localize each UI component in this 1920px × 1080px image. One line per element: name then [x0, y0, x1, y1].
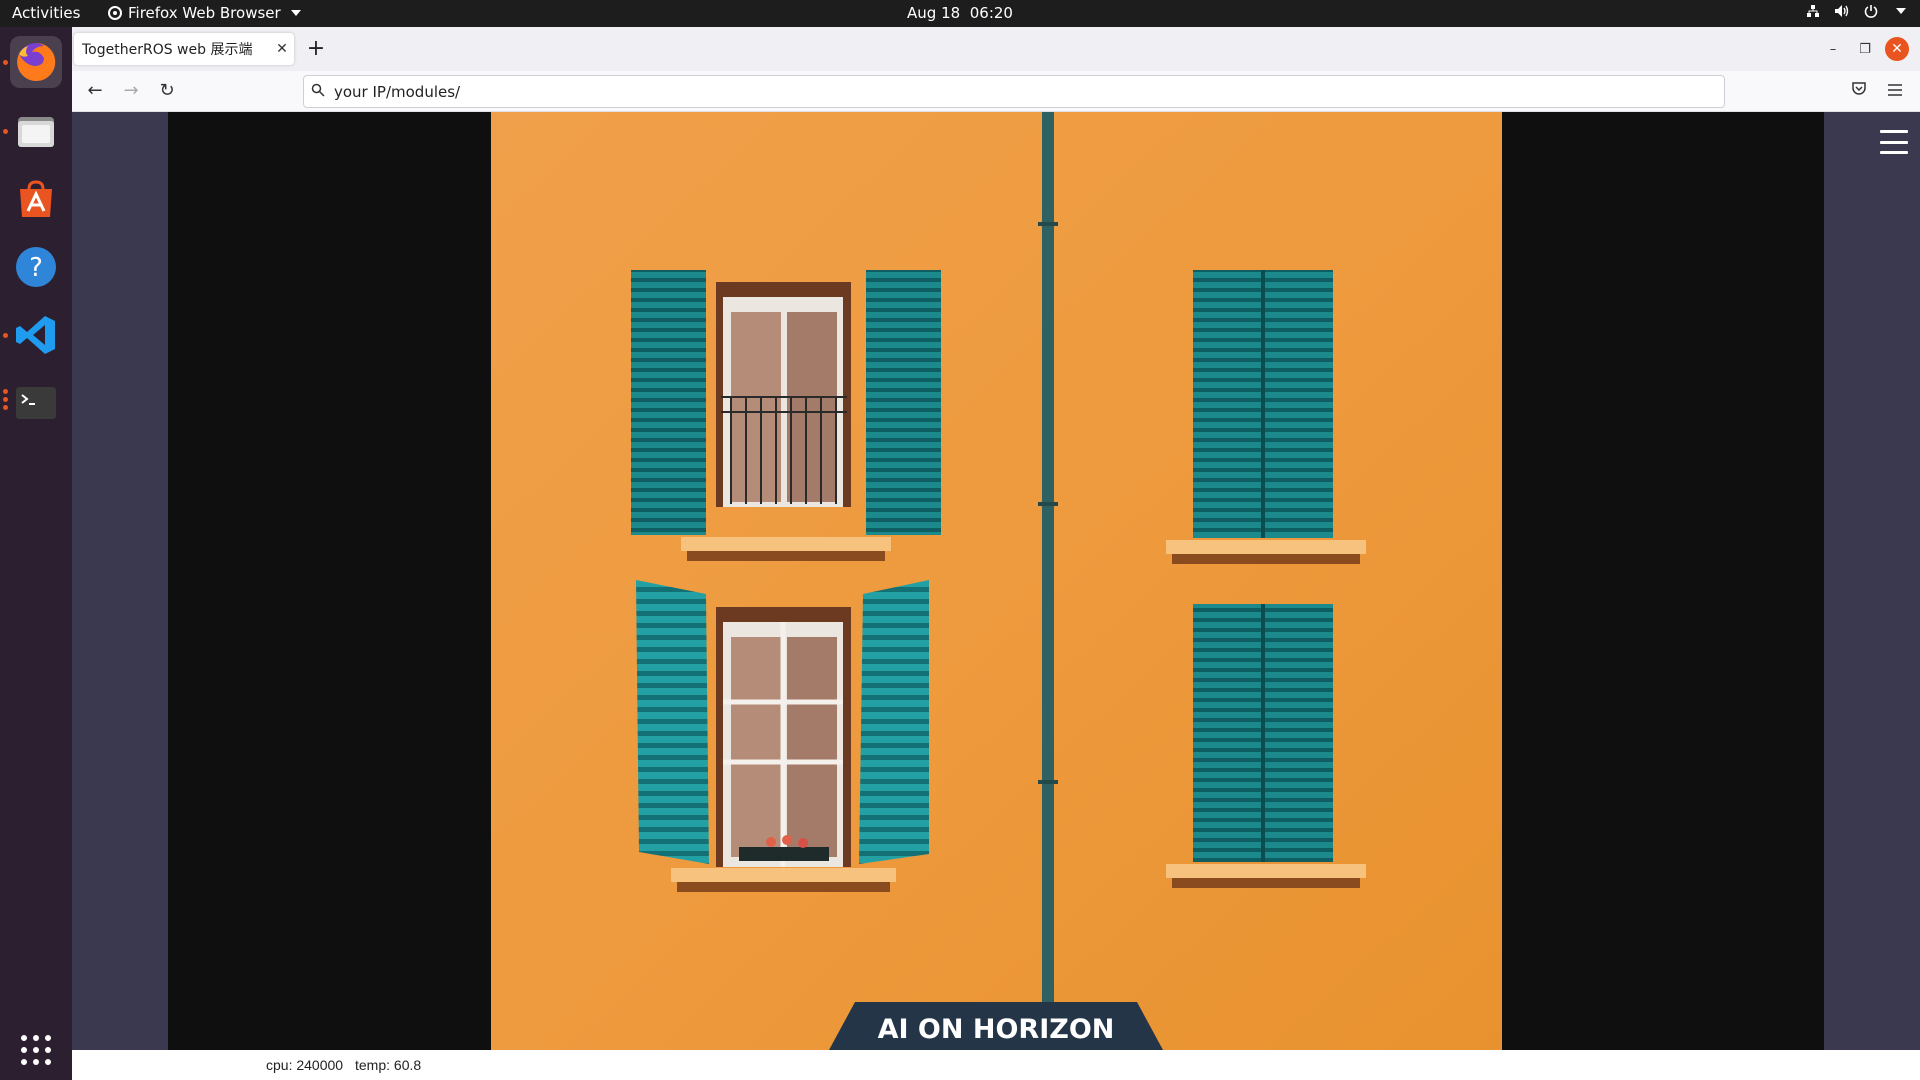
firefox-window: TogetherROS web 展示端 ✕ + – ❐ ✕ ← → ↻ your…: [72, 27, 1920, 1080]
terminal-icon: [16, 387, 56, 419]
minimize-button[interactable]: –: [1821, 37, 1845, 61]
svg-text:?: ?: [29, 253, 43, 283]
left-sidebar: [72, 112, 168, 1050]
horizon-logo-text: AI ON HORIZON: [878, 1014, 1115, 1045]
running-indicator: [3, 405, 8, 410]
dock-firefox[interactable]: [10, 36, 62, 88]
pocket-button[interactable]: [1845, 77, 1873, 105]
vscode-icon: [16, 316, 55, 354]
running-indicator: [3, 333, 8, 338]
back-button[interactable]: ←: [81, 77, 109, 105]
tab-title: TogetherROS web 展示端: [82, 42, 253, 58]
search-icon: [304, 83, 332, 101]
status-bar: cpu: 240000 temp: 60.8: [72, 1050, 1920, 1080]
dock-help[interactable]: ?: [10, 241, 62, 293]
chevron-down-icon: [1896, 8, 1906, 14]
system-menu[interactable]: [1806, 4, 1906, 18]
firefox-icon: [17, 42, 56, 81]
cpu-readout: cpu: 240000: [266, 1057, 344, 1073]
page-content: AI ON HORIZON cpu: 240000 temp: 60.8: [72, 112, 1920, 1080]
app-menu-label: Firefox Web Browser: [128, 4, 281, 22]
dock-files[interactable]: [10, 105, 62, 157]
hamburger-icon: [1888, 84, 1902, 96]
dock-vscode[interactable]: [10, 309, 62, 361]
dock-terminal[interactable]: [10, 377, 62, 429]
running-indicator: [3, 389, 8, 394]
running-indicator: [3, 397, 8, 402]
activities-button[interactable]: Activities: [12, 4, 80, 22]
dock: ?: [0, 27, 72, 1080]
running-indicator: [3, 60, 8, 65]
url-bar[interactable]: your IP/modules/: [303, 75, 1725, 108]
close-tab-icon[interactable]: ✕: [270, 41, 294, 57]
clock-button[interactable]: Aug 18 06:20: [907, 4, 1013, 22]
pocket-icon: [1852, 82, 1866, 95]
app-menu-button[interactable]: [1881, 77, 1909, 105]
app-menu[interactable]: Firefox Web Browser: [108, 4, 301, 22]
date-label: Aug 18: [907, 4, 961, 22]
page-menu-button[interactable]: [1880, 130, 1908, 154]
tab-bar: TogetherROS web 展示端 ✕ + – ❐ ✕: [72, 27, 1920, 72]
show-apps-button[interactable]: [10, 1024, 62, 1076]
right-sidebar: [1824, 112, 1920, 1050]
running-indicator: [3, 129, 8, 134]
chevron-down-icon: [290, 10, 301, 16]
files-icon: [18, 117, 54, 147]
new-tab-button[interactable]: +: [302, 35, 330, 63]
app-center-icon: [20, 180, 52, 217]
restore-button[interactable]: ❐: [1853, 37, 1877, 61]
dock-software[interactable]: [10, 173, 62, 225]
close-window-button[interactable]: ✕: [1885, 37, 1909, 61]
network-icon: [1807, 5, 1819, 17]
url-text: your IP/modules/: [334, 82, 461, 101]
volume-icon: [1835, 5, 1849, 17]
tab-active[interactable]: TogetherROS web 展示端 ✕: [74, 33, 294, 65]
reload-button[interactable]: ↻: [153, 77, 181, 105]
grid-icon: [21, 1035, 51, 1065]
firefox-small-icon: [108, 6, 122, 20]
system-top-bar: Activities Firefox Web Browser Aug 18 06…: [0, 0, 1920, 27]
nav-bar: ← → ↻ your IP/modules/: [72, 71, 1920, 112]
help-icon: ?: [16, 247, 56, 287]
power-icon: [1864, 5, 1878, 18]
temp-readout: temp: 60.8: [355, 1057, 422, 1073]
time-label: 06:20: [969, 4, 1013, 22]
camera-image: AI ON HORIZON: [491, 112, 1502, 1050]
forward-button[interactable]: →: [117, 77, 145, 105]
